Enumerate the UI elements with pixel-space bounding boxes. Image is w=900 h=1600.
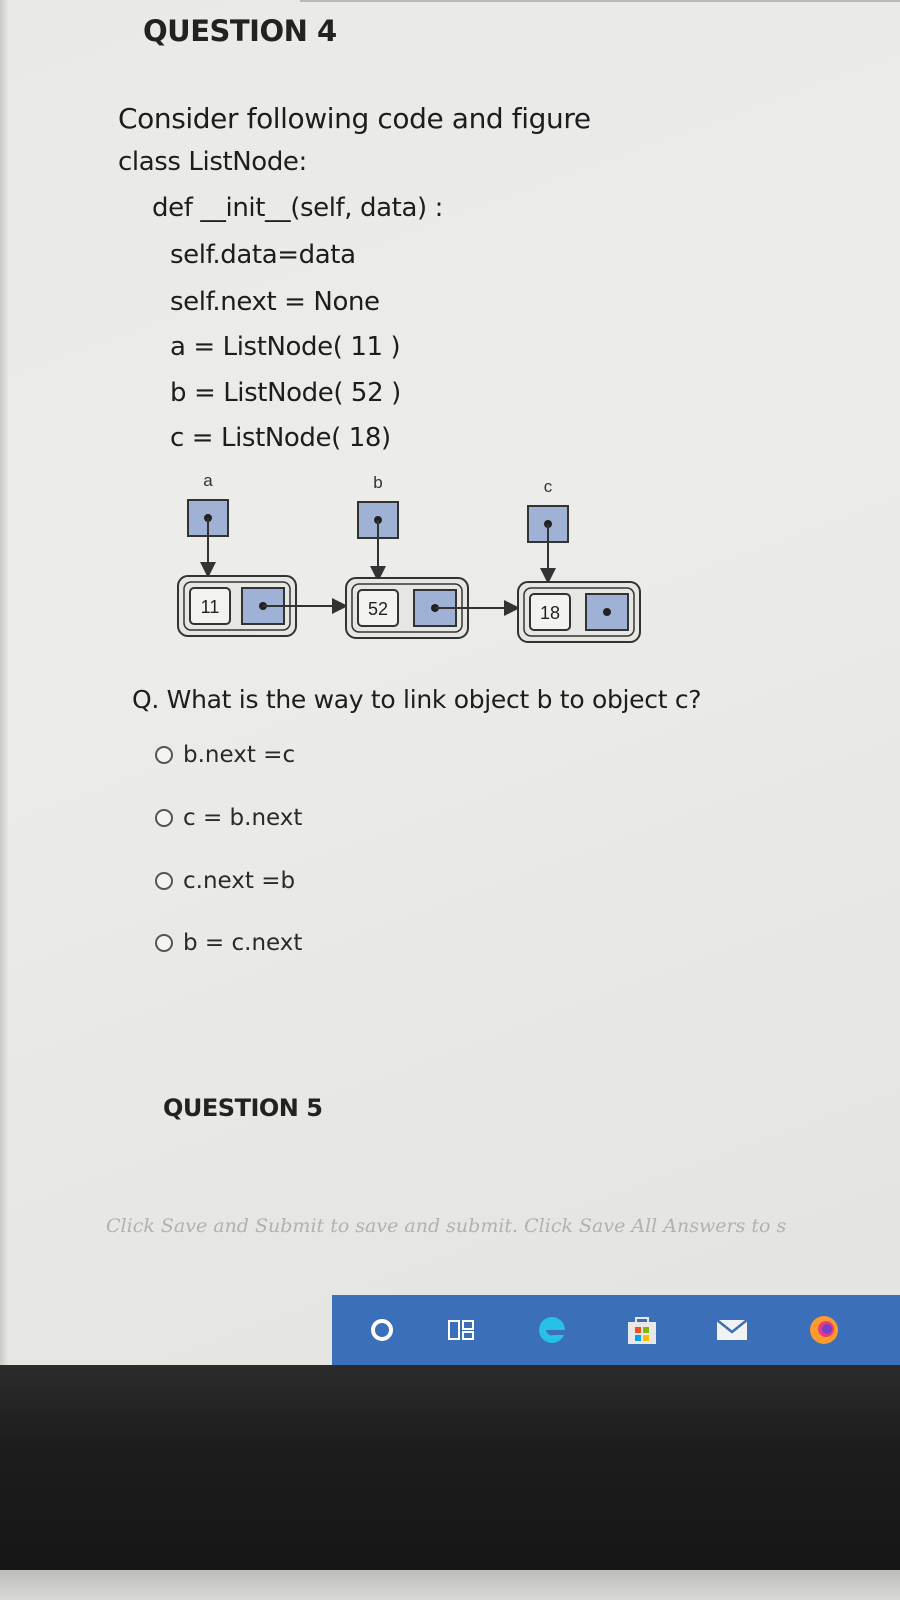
save-submit-note: Click Save and Submit to save and submit… [106, 1215, 787, 1237]
answer-option-4[interactable]: b = c.next [155, 928, 302, 958]
linked-list-figure: a b c 11 52 18 [177, 471, 641, 643]
answer-label-4: b = c.next [183, 930, 303, 956]
pointer-box-c [527, 505, 569, 584]
code-b-line: b = ListNode( 52 ) [170, 378, 401, 408]
radio-button-2[interactable] [155, 809, 173, 827]
answer-label-2: c = b.next [183, 805, 303, 831]
answer-option-1[interactable]: b.next =c [155, 740, 295, 770]
code-class-line: class ListNode: [118, 147, 307, 177]
firefox-icon[interactable] [794, 1295, 854, 1365]
node-value-2: 52 [368, 599, 388, 619]
mail-icon[interactable] [702, 1295, 762, 1365]
var-label-a: a [203, 471, 213, 490]
radio-button-4[interactable] [155, 934, 173, 952]
code-next-line: self.next = None [170, 287, 380, 317]
question-5-title: QUESTION 5 [163, 1094, 323, 1122]
code-a-line: a = ListNode( 11 ) [170, 332, 401, 362]
radio-button-1[interactable] [155, 746, 173, 764]
question-4-title: QUESTION 4 [143, 14, 337, 48]
var-label-b: b [373, 473, 382, 492]
question-intro: Consider following code and figure [118, 102, 591, 135]
radio-button-3[interactable] [155, 872, 173, 890]
task-view-icon[interactable] [432, 1295, 492, 1365]
answer-option-3[interactable]: c.next =b [155, 866, 295, 896]
node-value-3: 18 [540, 603, 560, 623]
edge-icon[interactable] [522, 1295, 582, 1365]
answer-label-3: c.next =b [183, 868, 296, 894]
top-divider [300, 0, 900, 2]
windows-taskbar [332, 1295, 900, 1365]
store-icon[interactable] [612, 1295, 672, 1365]
code-data-line: self.data=data [170, 240, 356, 270]
screen-edge [0, 0, 8, 1365]
question-text: Q. What is the way to link object b to o… [132, 685, 702, 714]
node-value-1: 11 [201, 597, 220, 617]
list-node-2: 52 [345, 577, 520, 639]
cortana-icon[interactable] [352, 1295, 412, 1365]
pointer-box-b [357, 501, 399, 582]
list-node-1: 11 [177, 575, 348, 637]
desk-surface [0, 1570, 900, 1600]
answer-label-1: b.next =c [183, 742, 296, 768]
list-node-3: 18 [517, 581, 641, 643]
answer-option-2[interactable]: c = b.next [155, 803, 302, 833]
var-label-c: c [544, 477, 553, 496]
laptop-bezel [0, 1365, 900, 1570]
code-def-line: def __init__(self, data) : [152, 193, 443, 223]
code-c-line: c = ListNode( 18) [170, 423, 391, 453]
browser-content: QUESTION 4 Consider following code and f… [0, 0, 900, 1365]
pointer-box-a [187, 499, 229, 578]
